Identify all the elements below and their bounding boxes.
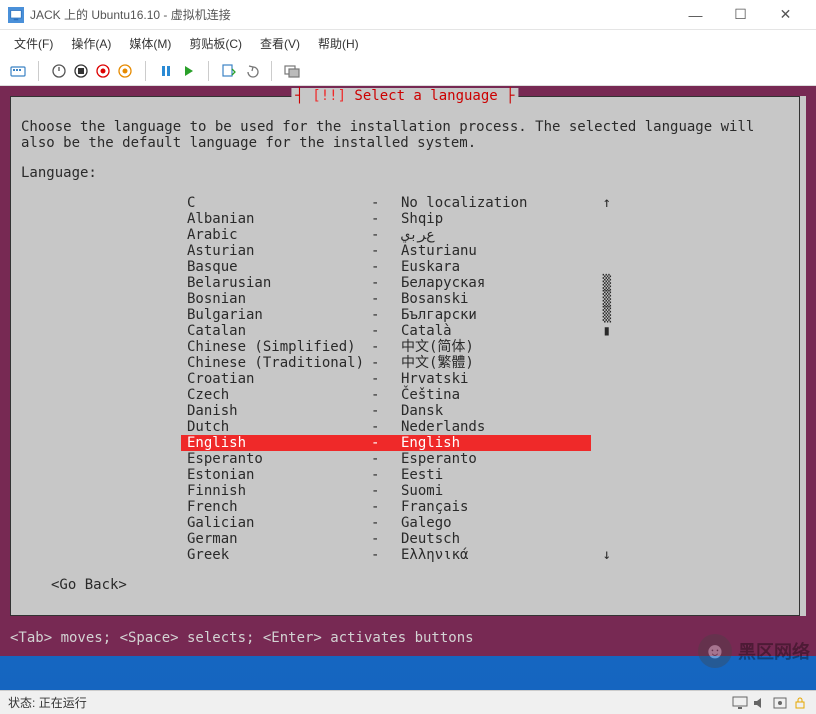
pause-icon[interactable] [156, 61, 176, 81]
lock-icon [792, 696, 808, 710]
language-option[interactable]: Catalan - Català [181, 323, 591, 339]
language-option[interactable]: French - Français [181, 499, 591, 515]
language-option[interactable]: Esperanto - Esperanto [181, 451, 591, 467]
vm-window: JACK 上的 Ubuntu16.10 - 虚拟机连接 — ☐ ✕ 文件(F) … [0, 0, 816, 714]
window-title: JACK 上的 Ubuntu16.10 - 虚拟机连接 [30, 6, 231, 23]
shutdown-icon[interactable] [93, 61, 113, 81]
watermark: ☻ 黑区网络 [698, 634, 810, 668]
turnoff-icon[interactable] [71, 61, 91, 81]
language-option[interactable]: Dutch - Nederlands [181, 419, 591, 435]
installer-screen: ┤ [!!] Select a language ├ Choose the la… [0, 86, 816, 656]
toolbar [0, 56, 816, 86]
maximize-button[interactable]: ☐ [718, 0, 763, 30]
save-icon[interactable] [115, 61, 135, 81]
menu-clipboard[interactable]: 剪贴板(C) [181, 33, 250, 54]
language-option[interactable]: Czech - Čeština [181, 387, 591, 403]
language-option[interactable]: Bosnian - Bosanski [181, 291, 591, 307]
minimize-button[interactable]: — [673, 0, 718, 30]
dialog-box: ┤ [!!] Select a language ├ Choose the la… [10, 96, 800, 616]
language-option[interactable]: Galician - Galego [181, 515, 591, 531]
language-option[interactable]: Chinese (Traditional) - 中文(繁體) [181, 355, 591, 371]
language-option[interactable]: English - English [181, 435, 591, 451]
language-option[interactable]: Albanian - Shqip [181, 211, 591, 227]
language-option[interactable]: Asturian - Asturianu [181, 243, 591, 259]
sound-icon [752, 696, 768, 710]
language-option[interactable]: C - No localization [181, 195, 591, 211]
app-icon [8, 7, 24, 23]
reset-icon[interactable] [178, 61, 198, 81]
language-list[interactable]: C - No localizationAlbanian - ShqipArabi… [181, 195, 591, 563]
revert-icon[interactable] [241, 61, 261, 81]
menu-action[interactable]: 操作(A) [63, 33, 119, 54]
start-icon[interactable] [49, 61, 69, 81]
statusbar: 状态: 正在运行 [0, 690, 816, 714]
vm-viewport[interactable]: ┤ [!!] Select a language ├ Choose the la… [0, 86, 816, 690]
language-option[interactable]: Basque - Euskara [181, 259, 591, 275]
dialog-description: Choose the language to be used for the i… [21, 119, 789, 151]
network-icon [732, 696, 748, 710]
language-option[interactable]: Finnish - Suomi [181, 483, 591, 499]
language-option[interactable]: Danish - Dansk [181, 403, 591, 419]
language-option[interactable]: Croatian - Hrvatski [181, 371, 591, 387]
ctrl-alt-del-icon[interactable] [8, 61, 28, 81]
language-option[interactable]: Belarusian - Беларуская [181, 275, 591, 291]
go-back-button[interactable]: <Go Back> [51, 577, 789, 593]
menu-file[interactable]: 文件(F) [6, 33, 61, 54]
menu-view[interactable]: 查看(V) [252, 33, 308, 54]
menubar: 文件(F) 操作(A) 媒体(M) 剪贴板(C) 查看(V) 帮助(H) [0, 30, 816, 56]
language-option[interactable]: German - Deutsch [181, 531, 591, 547]
titlebar: JACK 上的 Ubuntu16.10 - 虚拟机连接 — ☐ ✕ [0, 0, 816, 30]
checkpoint-icon[interactable] [219, 61, 239, 81]
scrollbar[interactable]: ↑▒▒▒▮↓ [591, 195, 611, 563]
language-option[interactable]: Arabic - ﻉﺮﺑﻱ [181, 227, 591, 243]
enhanced-session-icon[interactable] [282, 61, 302, 81]
disk-icon [772, 696, 788, 710]
dialog-title: ┤ [!!] Select a language ├ [291, 88, 518, 104]
status-label: 状态: [8, 694, 35, 711]
hint-bar: <Tab> moves; <Space> selects; <Enter> ac… [0, 626, 816, 656]
status-icons [732, 696, 808, 710]
menu-help[interactable]: 帮助(H) [310, 33, 367, 54]
field-label: Language: [21, 165, 789, 181]
language-option[interactable]: Estonian - Eesti [181, 467, 591, 483]
status-value: 正在运行 [39, 694, 87, 711]
language-option[interactable]: Chinese (Simplified) - 中文(简体) [181, 339, 591, 355]
language-option[interactable]: Greek - Ελληνικά [181, 547, 591, 563]
close-button[interactable]: ✕ [763, 0, 808, 30]
menu-media[interactable]: 媒体(M) [121, 33, 179, 54]
language-option[interactable]: Bulgarian - Български [181, 307, 591, 323]
